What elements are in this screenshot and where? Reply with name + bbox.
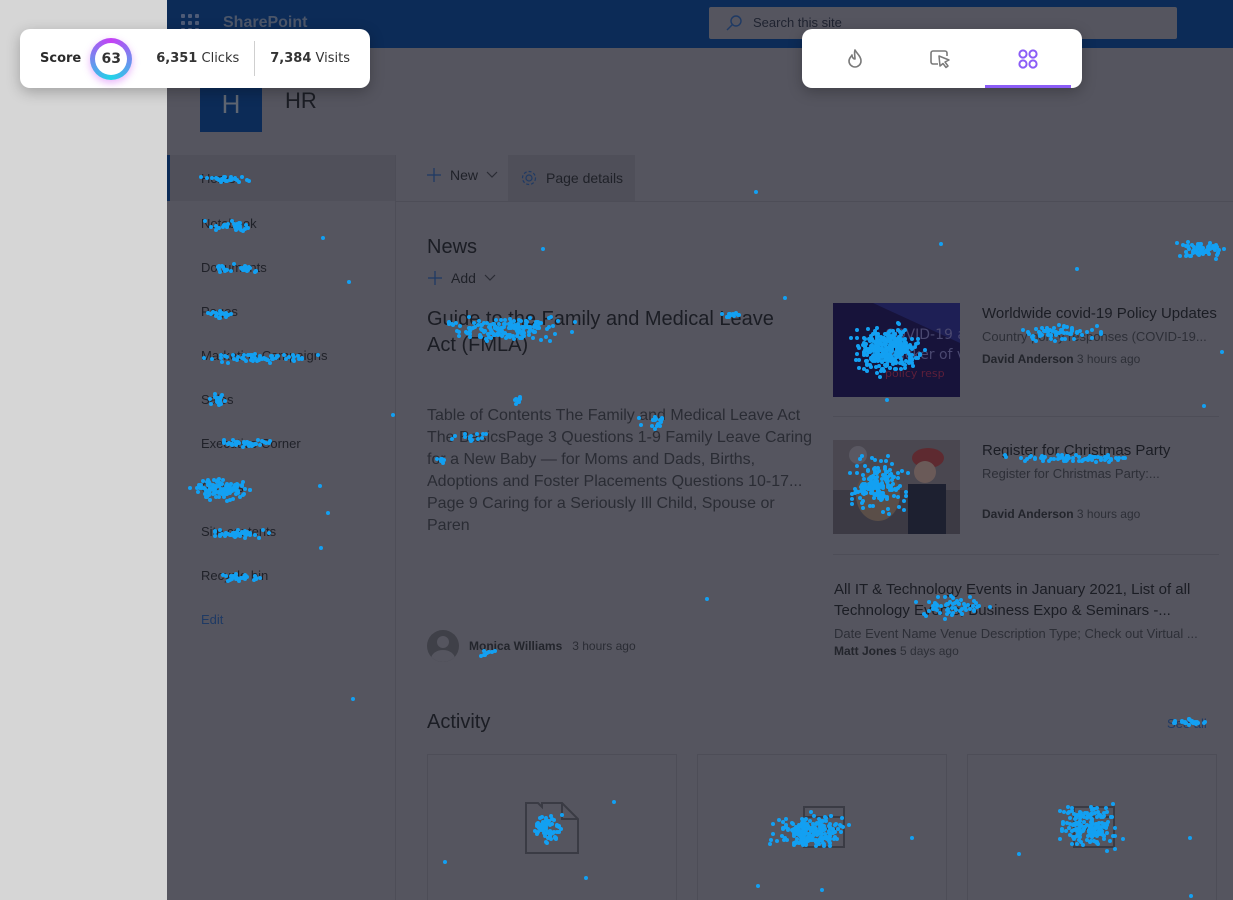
activity-card[interactable] [697,754,947,900]
news-item[interactable]: All IT & Technology Events in January 20… [834,579,1220,658]
news-item-description: Register for Christmas Party:... [982,466,1160,481]
nav-item-executive-corner[interactable]: Executive Corner [201,436,301,451]
clicks-value: 6,351 [156,51,198,66]
covid-policy-thumbnail: COVID-19 and tracker of v policy resp [833,303,960,397]
add-label: Add [451,270,476,286]
christmas-party-thumbnail [833,440,960,534]
search-icon [726,15,742,31]
svg-text:tracker of v: tracker of v [885,347,960,363]
activity-card[interactable] [427,754,677,900]
news-item-meta: David Anderson 3 hours ago [982,507,1219,521]
plus-icon [427,168,441,182]
mode-tab-elements[interactable] [985,29,1071,88]
nav-item-sales[interactable]: Sales [201,392,234,407]
news-item-meta: David Anderson 3 hours ago [982,352,1219,366]
news-section-title: News [427,236,478,258]
news-item-meta: Matt Jones 5 days ago [834,644,1220,658]
news-item-title[interactable]: Register for Christmas Party [982,440,1219,461]
page-icon [1073,806,1115,848]
command-bar: New Page details [396,155,1233,202]
file-icon [525,802,579,854]
divider [833,416,1219,417]
nav-item-marketing-campaigns[interactable]: Marketing Campaigns [201,348,327,363]
nav-item-groups[interactable]: Groups [201,480,244,495]
post-time: 3 hours ago [1076,507,1141,521]
news-add-button[interactable]: Add [427,270,496,286]
chevron-down-icon [486,171,498,178]
stat-divider [254,41,256,76]
activity-card[interactable] [967,754,1217,900]
sharepoint-page: SharePoint Search this site H HR Home No… [167,0,1233,900]
page-icon [803,806,845,848]
mode-tab-heatmap[interactable] [812,29,898,88]
post-time: 3 hours ago [572,639,636,653]
chevron-down-icon [484,274,496,281]
news-item-title[interactable]: All IT & Technology Events in January 20… [834,579,1220,621]
news-item-description: Date Event Name Venue Description Type; … [834,626,1198,641]
clicks-label: Clicks [201,51,240,66]
clicks-stat: 6,351 Clicks [156,51,239,66]
avatar [427,630,459,662]
activity-section-title: Activity [427,711,491,733]
view-mode-switcher [802,29,1082,88]
nav-edit-link[interactable]: Edit [201,612,223,627]
author-name[interactable]: Matt Jones [834,644,897,658]
plus-icon [428,271,442,285]
author-name[interactable]: Monica Williams [469,639,562,653]
gear-icon [521,170,537,186]
cursor-click-icon [930,49,950,68]
nav-item-documents[interactable]: Documents [201,260,267,275]
score-panel: Score 63 6,351 Clicks 7,384 Visits [20,29,370,88]
score-label: Score [40,51,82,66]
post-time: 3 hours ago [1076,352,1141,366]
divider [833,554,1219,555]
new-button[interactable]: New [426,167,498,183]
news-item-description: Country policy responses (COVID-19... [982,329,1207,344]
page-details-button[interactable]: Page details [508,155,636,201]
visits-stat: 7,384 Visits [270,51,350,66]
svg-text:COVID-19 and: COVID-19 and [885,327,960,343]
four-circles-icon [1018,48,1038,69]
hero-news-description: Table of Contents The Family and Medical… [427,407,813,534]
visits-label: Visits [315,51,350,66]
hero-news-byline: Monica Williams 3 hours ago [427,630,636,662]
post-time: 5 days ago [900,644,959,658]
nav-item-pages[interactable]: Pages [201,304,238,319]
nav-item-notebook[interactable]: Notebook [201,216,257,231]
page-details-label: Page details [546,170,624,186]
score-ring: 63 [90,37,133,80]
left-navigation: Home Notebook Documents Pages Marketing … [167,155,396,900]
visits-value: 7,384 [270,51,312,66]
score-value: 63 [95,42,128,75]
author-name[interactable]: David Anderson [982,352,1074,366]
news-item-title[interactable]: Worldwide covid-19 Policy Updates [982,303,1219,324]
svg-text:policy resp: policy resp [885,367,945,380]
see-all-link[interactable]: See all [1167,716,1207,731]
nav-item-site-contents[interactable]: Site contents [201,524,276,539]
mode-tab-clicks[interactable] [898,29,984,88]
nav-item-recycle-bin[interactable]: Recycle bin [201,568,268,583]
new-label: New [450,167,479,183]
site-title[interactable]: HR [285,88,317,114]
search-placeholder[interactable]: Search this site [753,15,842,30]
nav-item-home[interactable]: Home [201,171,236,186]
author-name[interactable]: David Anderson [982,507,1074,521]
flame-icon [848,48,862,68]
hero-news-title[interactable]: Guide to the Family and Medical Leave Ac… [427,306,807,358]
